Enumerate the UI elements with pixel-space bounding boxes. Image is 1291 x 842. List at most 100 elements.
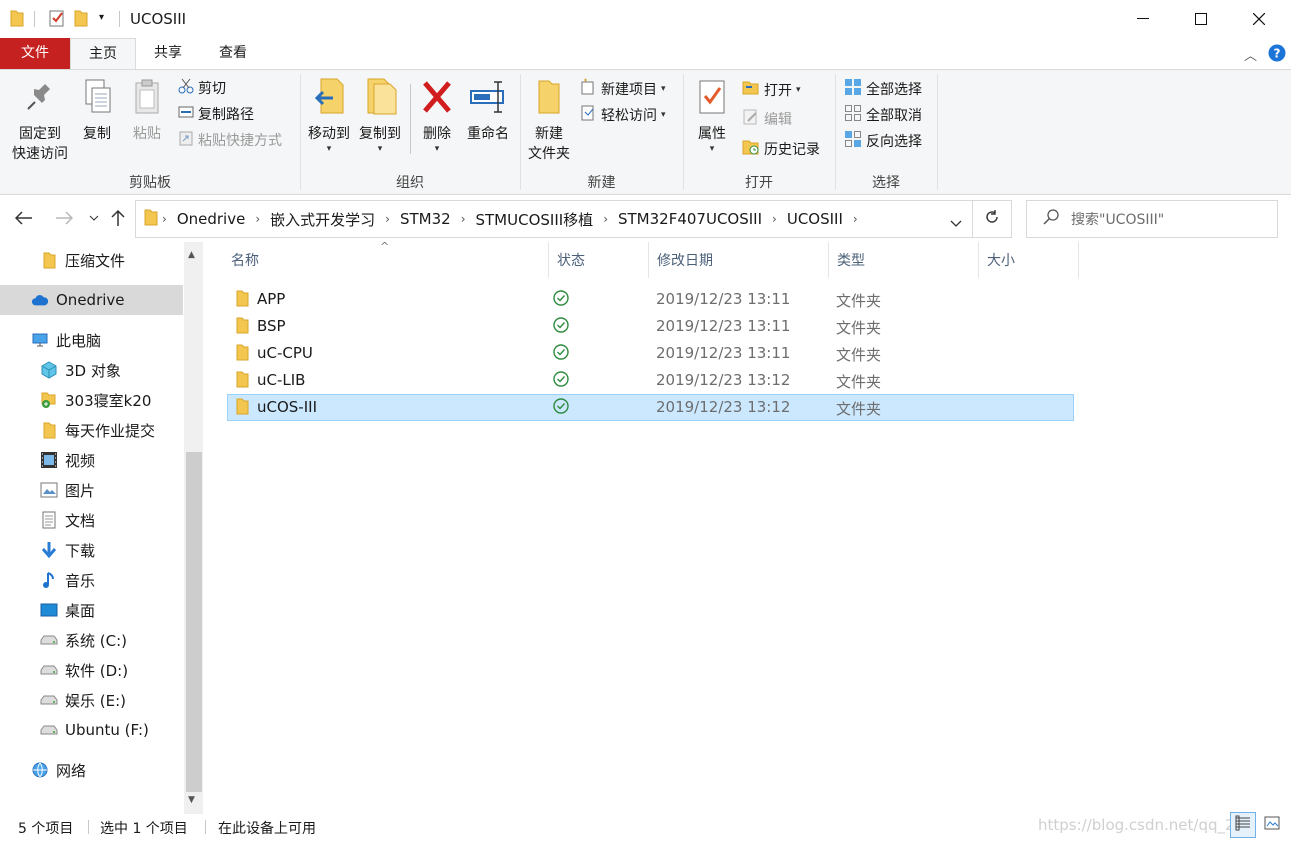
column-header-status[interactable]: 状态 xyxy=(549,242,649,278)
scissors-icon xyxy=(178,78,194,98)
paste-button[interactable]: 粘贴 xyxy=(126,78,168,144)
nav-item-drive-e[interactable]: 娱乐 (E:) xyxy=(0,685,183,715)
breadcrumb-onedrive[interactable]: Onedrive xyxy=(171,210,252,228)
minimize-button[interactable] xyxy=(1114,0,1172,38)
properties-quick-icon[interactable] xyxy=(48,9,66,31)
breadcrumb-ucosiii[interactable]: UCOSIII xyxy=(781,210,849,228)
chevron-right-icon[interactable]: › xyxy=(381,212,394,226)
edit-button[interactable]: 编辑 xyxy=(742,108,792,130)
nav-item-desktop[interactable]: 桌面 xyxy=(0,595,183,625)
delete-button[interactable]: 删除 ▾ xyxy=(418,78,456,154)
new-group-label: 新建 xyxy=(587,175,616,191)
chevron-right-icon[interactable]: › xyxy=(457,212,470,226)
nav-item-drive-c[interactable]: 系统 (C:) xyxy=(0,625,183,655)
breadcrumb-stm32[interactable]: STM32 xyxy=(394,210,457,228)
network-icon xyxy=(31,761,49,779)
nav-item-label: 视频 xyxy=(65,451,96,470)
move-to-button[interactable]: 移动到 ▾ xyxy=(306,76,352,154)
nav-item-this-pc[interactable]: 此电脑 xyxy=(0,325,183,355)
rename-button[interactable]: 重命名 xyxy=(462,78,514,144)
column-header-type[interactable]: 类型 xyxy=(829,242,979,278)
forward-arrow-icon[interactable] xyxy=(52,206,76,230)
selected-count: 选中 1 个项目 xyxy=(100,821,188,837)
chevron-right-icon[interactable]: › xyxy=(251,212,264,226)
invert-selection-button[interactable]: 反向选择 xyxy=(844,130,922,152)
chevron-right-icon[interactable]: › xyxy=(158,212,171,226)
help-icon[interactable]: ? xyxy=(1268,44,1286,66)
collapse-ribbon-icon[interactable]: ︿ xyxy=(1244,45,1257,64)
file-row-bsp[interactable]: BSP 2019/12/23 13:11 文件夹 xyxy=(227,313,1074,340)
copy-path-button[interactable]: 复制路径 xyxy=(178,104,254,124)
cut-button[interactable]: 剪切 xyxy=(178,78,226,98)
copy-path-icon xyxy=(178,104,194,124)
file-row-app[interactable]: APP 2019/12/23 13:11 文件夹 xyxy=(227,286,1074,313)
copy-button[interactable]: 复制 xyxy=(76,78,118,144)
file-row-uc-cpu[interactable]: uC-CPU 2019/12/23 13:11 文件夹 xyxy=(227,340,1074,367)
select-all-button[interactable]: 全部选择 xyxy=(844,78,922,100)
column-header-size[interactable]: 大小 xyxy=(979,242,1079,278)
address-history-chevron-icon[interactable] xyxy=(950,215,962,231)
nav-item-3d-objects[interactable]: 3D 对象 xyxy=(0,355,183,385)
nav-item-videos[interactable]: 视频 xyxy=(0,445,183,475)
chevron-right-icon[interactable]: › xyxy=(768,212,781,226)
history-icon xyxy=(742,138,760,160)
file-modified: 2019/12/23 13:12 xyxy=(656,398,791,416)
breadcrumb-embedded-dev[interactable]: 嵌入式开发学习 xyxy=(264,209,381,230)
new-folder-quick-icon[interactable] xyxy=(74,9,88,31)
large-icons-view-button[interactable] xyxy=(1259,812,1285,838)
chevron-right-icon[interactable]: › xyxy=(599,212,612,226)
nav-item-label: 303寝室k20 xyxy=(65,391,152,410)
ribbon: 固定到 快速访问 复制 粘贴 剪切 复制路径 粘贴快捷方式 剪贴板 移动到 ▾ xyxy=(0,69,1291,195)
recent-locations-chevron-icon[interactable] xyxy=(82,206,106,230)
file-row-ucos-iii[interactable]: uCOS-III 2019/12/23 13:12 文件夹 xyxy=(227,394,1074,421)
tab-view[interactable]: 查看 xyxy=(200,38,266,69)
nav-item-drive-d[interactable]: 软件 (D:) xyxy=(0,655,183,685)
video-icon xyxy=(40,451,58,469)
breadcrumb-stm32f407ucosiii[interactable]: STM32F407UCOSIII xyxy=(612,210,768,228)
new-item-button[interactable]: 新建项目 ▾ xyxy=(579,78,666,100)
nav-item-network[interactable]: 网络 xyxy=(0,755,183,785)
nav-item-303-dorm-k20[interactable]: 303寝室k20 xyxy=(0,385,183,415)
open-button[interactable]: 打开 ▾ xyxy=(742,80,801,100)
drive-icon xyxy=(40,631,58,649)
nav-item-pictures[interactable]: 图片 xyxy=(0,475,183,505)
maximize-button[interactable] xyxy=(1172,0,1230,38)
properties-button[interactable]: 属性 ▾ xyxy=(692,78,732,154)
easy-access-label: 轻松访问 xyxy=(601,108,657,124)
search-box[interactable]: 搜索"UCOSIII" xyxy=(1026,200,1278,238)
new-folder-button[interactable]: 新建 文件夹 xyxy=(526,78,572,164)
breadcrumb-stmucosiii-port[interactable]: STMUCOSIII移植 xyxy=(470,209,600,230)
address-bar[interactable]: › Onedrive › 嵌入式开发学习 › STM32 › STMUCOSII… xyxy=(135,200,973,238)
back-arrow-icon[interactable] xyxy=(12,206,36,230)
close-button[interactable] xyxy=(1230,0,1288,38)
paste-shortcut-button[interactable]: 粘贴快捷方式 xyxy=(178,130,282,150)
nav-item-documents[interactable]: 文档 xyxy=(0,505,183,535)
tab-file[interactable]: 文件 xyxy=(0,38,70,69)
select-none-button[interactable]: 全部取消 xyxy=(844,104,922,126)
nav-item-music[interactable]: 音乐 xyxy=(0,565,183,595)
up-arrow-icon[interactable] xyxy=(106,206,130,230)
music-icon xyxy=(40,571,58,589)
details-view-button[interactable] xyxy=(1230,812,1256,838)
column-header-name[interactable]: 名称 xyxy=(223,242,549,278)
nav-item-onedrive[interactable]: Onedrive xyxy=(0,285,183,315)
nav-item-daily-homework[interactable]: 每天作业提交 xyxy=(0,415,183,445)
copy-to-button[interactable]: 复制到 ▾ xyxy=(356,76,404,154)
nav-item-compressed-files[interactable]: 压缩文件 xyxy=(0,245,183,275)
easy-access-button[interactable]: 轻松访问 ▾ xyxy=(579,104,666,126)
scroll-down-arrow-icon[interactable]: ▼ xyxy=(188,795,195,805)
chevron-right-icon[interactable]: › xyxy=(849,212,862,226)
file-name: BSP xyxy=(257,317,286,335)
column-header-modified[interactable]: 修改日期 xyxy=(649,242,829,278)
refresh-button[interactable] xyxy=(972,200,1012,238)
tab-home[interactable]: 主页 xyxy=(70,38,136,70)
pin-quick-access-button[interactable]: 固定到 快速访问 xyxy=(6,80,74,164)
scroll-up-arrow-icon[interactable]: ▲ xyxy=(188,250,195,260)
nav-scrollbar-thumb[interactable] xyxy=(186,452,202,792)
customize-quick-access-icon[interactable]: ▾ xyxy=(99,12,104,23)
file-row-uc-lib[interactable]: uC-LIB 2019/12/23 13:12 文件夹 xyxy=(227,367,1074,394)
nav-item-downloads[interactable]: 下载 xyxy=(0,535,183,565)
history-button[interactable]: 历史记录 xyxy=(742,138,820,160)
nav-item-drive-f[interactable]: Ubuntu (F:) xyxy=(0,715,183,745)
tab-share[interactable]: 共享 xyxy=(136,38,200,69)
